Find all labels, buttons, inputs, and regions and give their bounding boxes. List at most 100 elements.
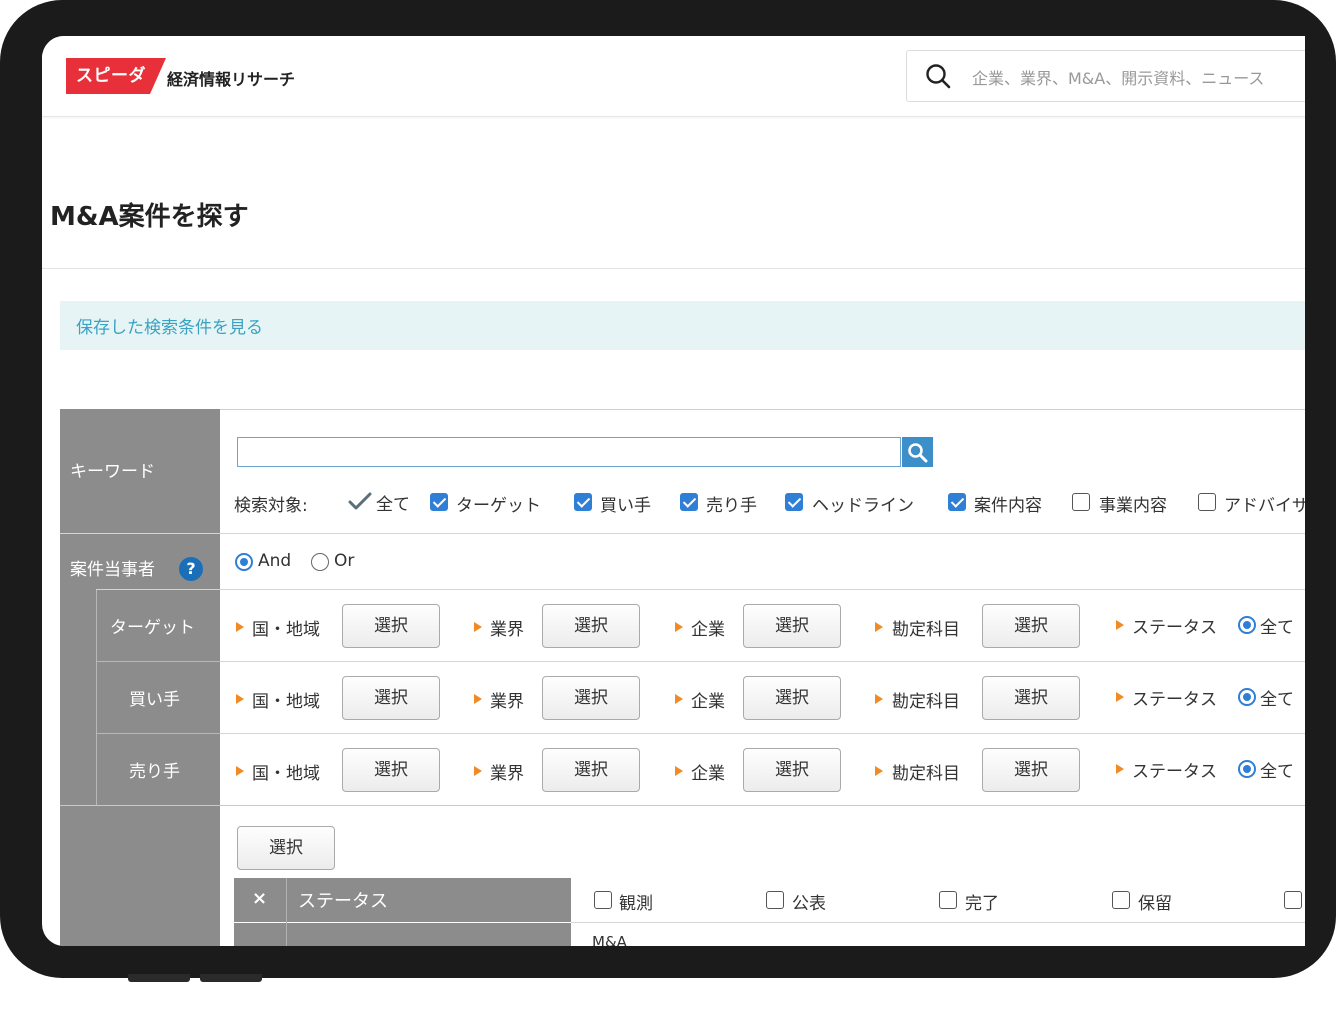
target-label: ターゲット	[456, 496, 541, 516]
buyer-account-select-button[interactable]: 選択	[982, 676, 1080, 720]
seller-company-select-button[interactable]: 選択	[743, 748, 841, 792]
check-all-icon[interactable]	[348, 491, 372, 511]
bullet-icon	[1116, 764, 1124, 774]
or-radio[interactable]	[311, 553, 329, 571]
status-label: ステータス	[1132, 690, 1217, 710]
divider	[60, 533, 1305, 534]
seller-industry-select-button[interactable]: 選択	[542, 748, 640, 792]
bullet-icon	[236, 694, 244, 704]
target-company-select-button[interactable]: 選択	[743, 604, 841, 648]
bullet-icon	[1116, 692, 1124, 702]
seller-account-select-button[interactable]: 選択	[982, 748, 1080, 792]
target-checkbox-advisor[interactable]	[1198, 493, 1216, 511]
divider	[220, 661, 1305, 662]
bullet-icon	[474, 694, 482, 704]
field-label: 企業	[691, 620, 725, 640]
target-checkbox-target[interactable]	[430, 493, 448, 511]
search-placeholder: 企業、業界、M&A、開示資料、ニュース	[972, 69, 1265, 88]
parties-label-cell: 案件当事者 ?	[60, 534, 220, 946]
divider	[96, 590, 97, 806]
search-icon	[908, 443, 928, 463]
status-row-cell	[234, 923, 286, 946]
search-target-label: 検索対象:	[234, 496, 308, 516]
target-account-select-button[interactable]: 選択	[982, 604, 1080, 648]
bullet-icon	[675, 694, 683, 704]
bullet-icon	[875, 766, 883, 776]
and-label: And	[258, 551, 292, 571]
logo-text[interactable]: 経済情報リサーチ	[167, 66, 295, 90]
saved-search-link[interactable]: 保存した検索条件を見る	[76, 313, 263, 338]
device-button	[128, 974, 190, 982]
divider	[220, 733, 1305, 734]
target-label: ヘッドライン	[812, 496, 914, 516]
divider	[60, 805, 1305, 806]
search-icon	[926, 64, 951, 89]
target-region-select-button[interactable]: 選択	[342, 604, 440, 648]
seller-region-select-button[interactable]: 選択	[342, 748, 440, 792]
logo-mark[interactable]: スピーダ	[66, 58, 166, 94]
status-header: ステータス	[298, 891, 388, 912]
buyer-region-select-button[interactable]: 選択	[342, 676, 440, 720]
or-label: Or	[334, 551, 355, 571]
close-icon[interactable]: ×	[252, 888, 267, 909]
bullet-icon	[236, 622, 244, 632]
target-checkbox-business[interactable]	[1072, 493, 1090, 511]
field-label: 勘定科目	[892, 620, 960, 640]
parties-label: 案件当事者	[70, 560, 155, 580]
status-all-radio[interactable]	[1238, 760, 1256, 778]
target-checkbox-buyer[interactable]	[574, 493, 592, 511]
status-option-checkbox[interactable]	[766, 891, 784, 909]
screen: スピーダ 経済情報リサーチ 企業、業界、M&A、開示資料、ニュース M&A案件を…	[42, 36, 1305, 946]
status-close-cell: ×	[234, 878, 286, 922]
status-option-checkbox[interactable]	[594, 891, 612, 909]
status-all-radio[interactable]	[1238, 616, 1256, 634]
target-label: 事業内容	[1099, 496, 1167, 516]
page-title: M&A案件を探す	[50, 202, 249, 232]
target-label: 売り手	[706, 496, 757, 516]
target-industry-select-button[interactable]: 選択	[542, 604, 640, 648]
divider	[97, 733, 220, 734]
target-checkbox-headline[interactable]	[785, 493, 803, 511]
bullet-icon	[236, 766, 244, 776]
divider	[571, 922, 1305, 923]
status-label: ステータス	[1132, 762, 1217, 782]
status-label: ステータス	[1132, 618, 1217, 638]
status-option-label: 完了	[965, 894, 999, 914]
status-header-cell: ステータス	[287, 878, 571, 922]
next-row-text: M&A	[592, 933, 627, 946]
field-label: 勘定科目	[892, 692, 960, 712]
bullet-icon	[1116, 620, 1124, 630]
field-label: 国・地域	[252, 692, 320, 712]
buyer-company-select-button[interactable]: 選択	[743, 676, 841, 720]
party-row-label: ターゲット	[110, 618, 195, 638]
keyword-input[interactable]	[237, 437, 901, 467]
field-label: 業界	[490, 764, 524, 784]
keyword-label: キーワード	[70, 462, 155, 482]
status-option-checkbox[interactable]	[939, 891, 957, 909]
divider	[42, 268, 1305, 269]
search-target-all[interactable]: 全て	[376, 490, 410, 515]
status-select-button[interactable]: 選択	[237, 826, 335, 870]
and-radio[interactable]	[235, 553, 253, 571]
status-all-radio[interactable]	[1238, 688, 1256, 706]
field-label: 企業	[691, 692, 725, 712]
target-label: 案件内容	[974, 496, 1042, 516]
help-icon[interactable]: ?	[179, 557, 203, 581]
app-header: スピーダ 経済情報リサーチ 企業、業界、M&A、開示資料、ニュース	[42, 36, 1305, 117]
field-label: 国・地域	[252, 764, 320, 784]
global-search-input[interactable]: 企業、業界、M&A、開示資料、ニュース	[906, 50, 1305, 102]
status-option-label: 観測	[619, 894, 653, 914]
bullet-icon	[675, 622, 683, 632]
status-option-checkbox[interactable]	[1284, 891, 1302, 909]
status-option-label: 公表	[792, 894, 826, 914]
buyer-industry-select-button[interactable]: 選択	[542, 676, 640, 720]
status-option-checkbox[interactable]	[1112, 891, 1130, 909]
target-checkbox-deal-content[interactable]	[948, 493, 966, 511]
keyword-search-button[interactable]	[902, 437, 933, 467]
field-label: 業界	[490, 620, 524, 640]
divider	[60, 409, 1305, 410]
keyword-label-cell: キーワード	[60, 409, 220, 533]
status-option-label: 保留	[1138, 894, 1172, 914]
target-checkbox-seller[interactable]	[680, 493, 698, 511]
status-all-label: 全て	[1260, 762, 1294, 782]
